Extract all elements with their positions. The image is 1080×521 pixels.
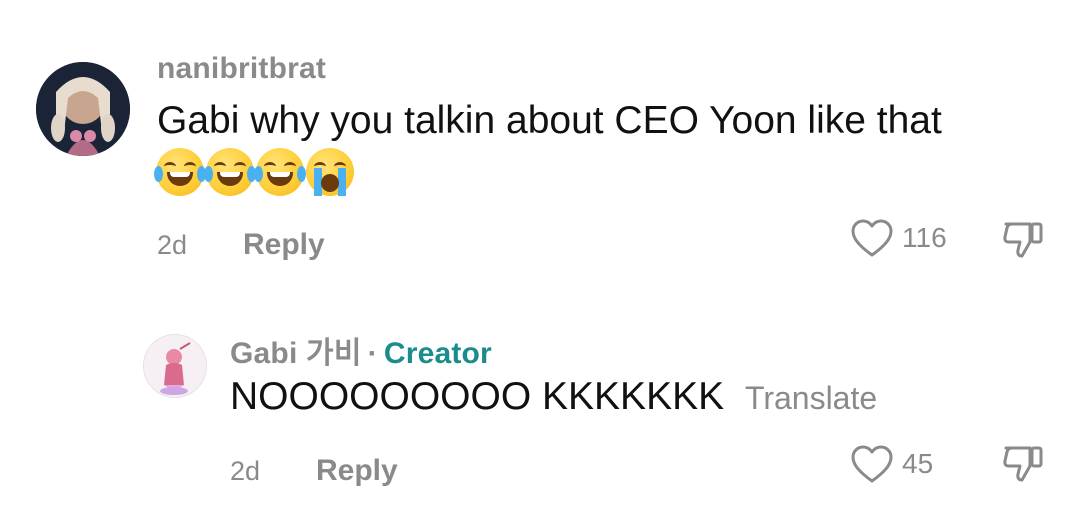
comment-text: Gabi why you talkin about CEO Yoon like … [157,99,942,142]
comment-text-row: NOOOOOOOOO KKKKKKK Translate [230,373,877,422]
dislike-icon[interactable] [1000,442,1046,484]
heart-icon[interactable] [850,444,894,484]
separator: · [367,337,378,370]
comment-timestamp: 2d [157,229,188,260]
reply-comment-item: Gabi 가비 · Creator NOOOOOOOOO KKKKKKK Tra… [0,300,1080,521]
comment-username[interactable]: Gabi 가비 [230,328,362,372]
translate-button[interactable]: Translate [745,380,877,416]
reply-button[interactable]: Reply [243,228,325,262]
comment-username-row: Gabi 가비 · Creator [230,328,492,372]
dislike-button[interactable] [1000,218,1046,260]
comment-meta: 2d Reply [230,454,398,488]
joy-face-icon [154,148,206,196]
heart-icon[interactable] [850,218,894,258]
loudly-crying-face-icon [306,148,354,196]
reply-button[interactable]: Reply [316,454,398,488]
like-count: 116 [902,222,947,253]
dislike-icon[interactable] [1000,218,1046,260]
like-count: 45 [902,448,934,479]
comment-meta: 2d Reply [157,228,325,262]
avatar[interactable] [36,62,130,156]
emoji-row [154,148,354,196]
comment-username[interactable]: nanibritbrat [157,52,326,86]
avatar[interactable] [143,334,207,398]
joy-face-icon [204,148,256,196]
like-button[interactable]: 45 [850,444,933,484]
comment-item: nanibritbrat Gabi why you talkin about C… [0,0,1080,300]
comment-text: NOOOOOOOOO KKKKKKK [230,375,725,418]
comment-timestamp: 2d [230,455,261,486]
like-button[interactable]: 116 [850,218,947,258]
dislike-button[interactable] [1000,442,1046,484]
creator-badge: Creator [383,337,492,370]
joy-face-icon [254,148,306,196]
